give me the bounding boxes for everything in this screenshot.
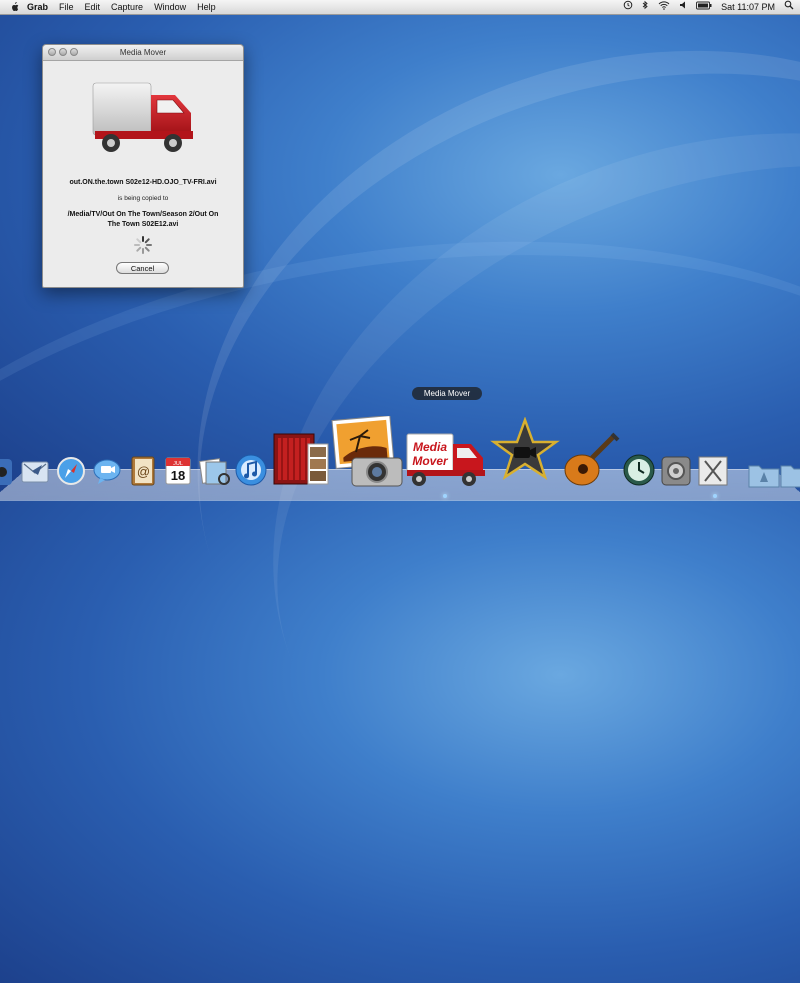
source-file-name: out.ON.the.town S02e12-HD.OJO_TV-FRI.avi xyxy=(69,179,217,186)
menu-extras: Sat 11:07 PM xyxy=(623,0,794,14)
spotlight-icon[interactable] xyxy=(784,0,794,14)
running-indicator xyxy=(713,494,717,498)
volume-icon[interactable] xyxy=(679,0,687,14)
dock-garageband-icon[interactable] xyxy=(562,432,620,488)
window-title: Media Mover xyxy=(119,48,167,57)
dock-photo-booth-icon[interactable] xyxy=(272,432,330,487)
dock-documents-folder-icon[interactable] xyxy=(780,460,800,488)
bluetooth-icon[interactable] xyxy=(642,0,649,14)
dock-time-machine-icon[interactable] xyxy=(622,453,656,487)
dock-preview-icon[interactable] xyxy=(198,455,230,487)
battery-icon[interactable] xyxy=(696,0,712,14)
running-indicator xyxy=(443,494,447,498)
media-mover-logo-line2: Mover xyxy=(412,454,449,468)
time-machine-icon[interactable] xyxy=(623,0,633,14)
dock-ichat-icon[interactable] xyxy=(92,456,122,486)
media-mover-logo-line1: Media xyxy=(413,440,447,454)
dock-safari-icon[interactable] xyxy=(56,456,86,486)
dock-finder-icon[interactable] xyxy=(0,457,14,487)
truck-icon xyxy=(92,82,193,152)
dock-mail-icon[interactable] xyxy=(20,457,50,487)
cancel-button[interactable]: Cancel xyxy=(116,262,169,274)
dock-system-preferences-icon[interactable] xyxy=(660,455,692,487)
dock-utilities-icon[interactable] xyxy=(697,453,729,487)
dock-applications-folder-icon[interactable] xyxy=(748,460,780,488)
dock-address-book-icon[interactable]: @ xyxy=(128,455,158,487)
close-window-button[interactable] xyxy=(48,48,56,56)
menu-capture[interactable]: Capture xyxy=(111,0,143,14)
progress-spinner-icon xyxy=(134,236,152,254)
svg-text:@: @ xyxy=(137,464,150,479)
calendar-month-label: JUL xyxy=(173,461,183,467)
media-mover-window: Media Mover out.ON.the.town S02e12-HD.OJ… xyxy=(42,44,244,288)
menu-clock[interactable]: Sat 11:07 PM xyxy=(721,2,775,12)
dock-media-mover-icon[interactable]: Media Mover xyxy=(405,430,489,488)
calendar-day-label: 18 xyxy=(171,468,185,483)
dock-imovie-icon[interactable] xyxy=(490,417,560,487)
menu-window[interactable]: Window xyxy=(154,0,186,14)
dock-iphoto-icon[interactable] xyxy=(330,416,406,488)
window-titlebar[interactable]: Media Mover xyxy=(43,45,243,61)
menu-bar: Grab File Edit Capture Window Help Sat 1… xyxy=(0,0,800,15)
dock-itunes-icon[interactable] xyxy=(234,453,268,487)
zoom-window-button[interactable] xyxy=(70,48,78,56)
menu-help[interactable]: Help xyxy=(197,0,216,14)
destination-path-line2: The Town S02E12.avi xyxy=(107,221,179,228)
dock-tooltip: Media Mover xyxy=(412,387,482,400)
menu-app-name[interactable]: Grab xyxy=(27,2,48,12)
apple-menu-icon[interactable] xyxy=(9,2,19,12)
copy-status-text: is being copied to xyxy=(117,195,169,202)
dock-ical-icon[interactable]: JUL 18 xyxy=(163,455,193,487)
minimize-window-button[interactable] xyxy=(59,48,67,56)
menu-file[interactable]: File xyxy=(59,0,74,14)
menu-edit[interactable]: Edit xyxy=(85,0,101,14)
wifi-icon[interactable] xyxy=(658,0,670,14)
destination-path: /Media/TV/Out On The Town/Season 2/Out O… xyxy=(53,210,233,230)
destination-path-line1: /Media/TV/Out On The Town/Season 2/Out O… xyxy=(67,211,219,218)
